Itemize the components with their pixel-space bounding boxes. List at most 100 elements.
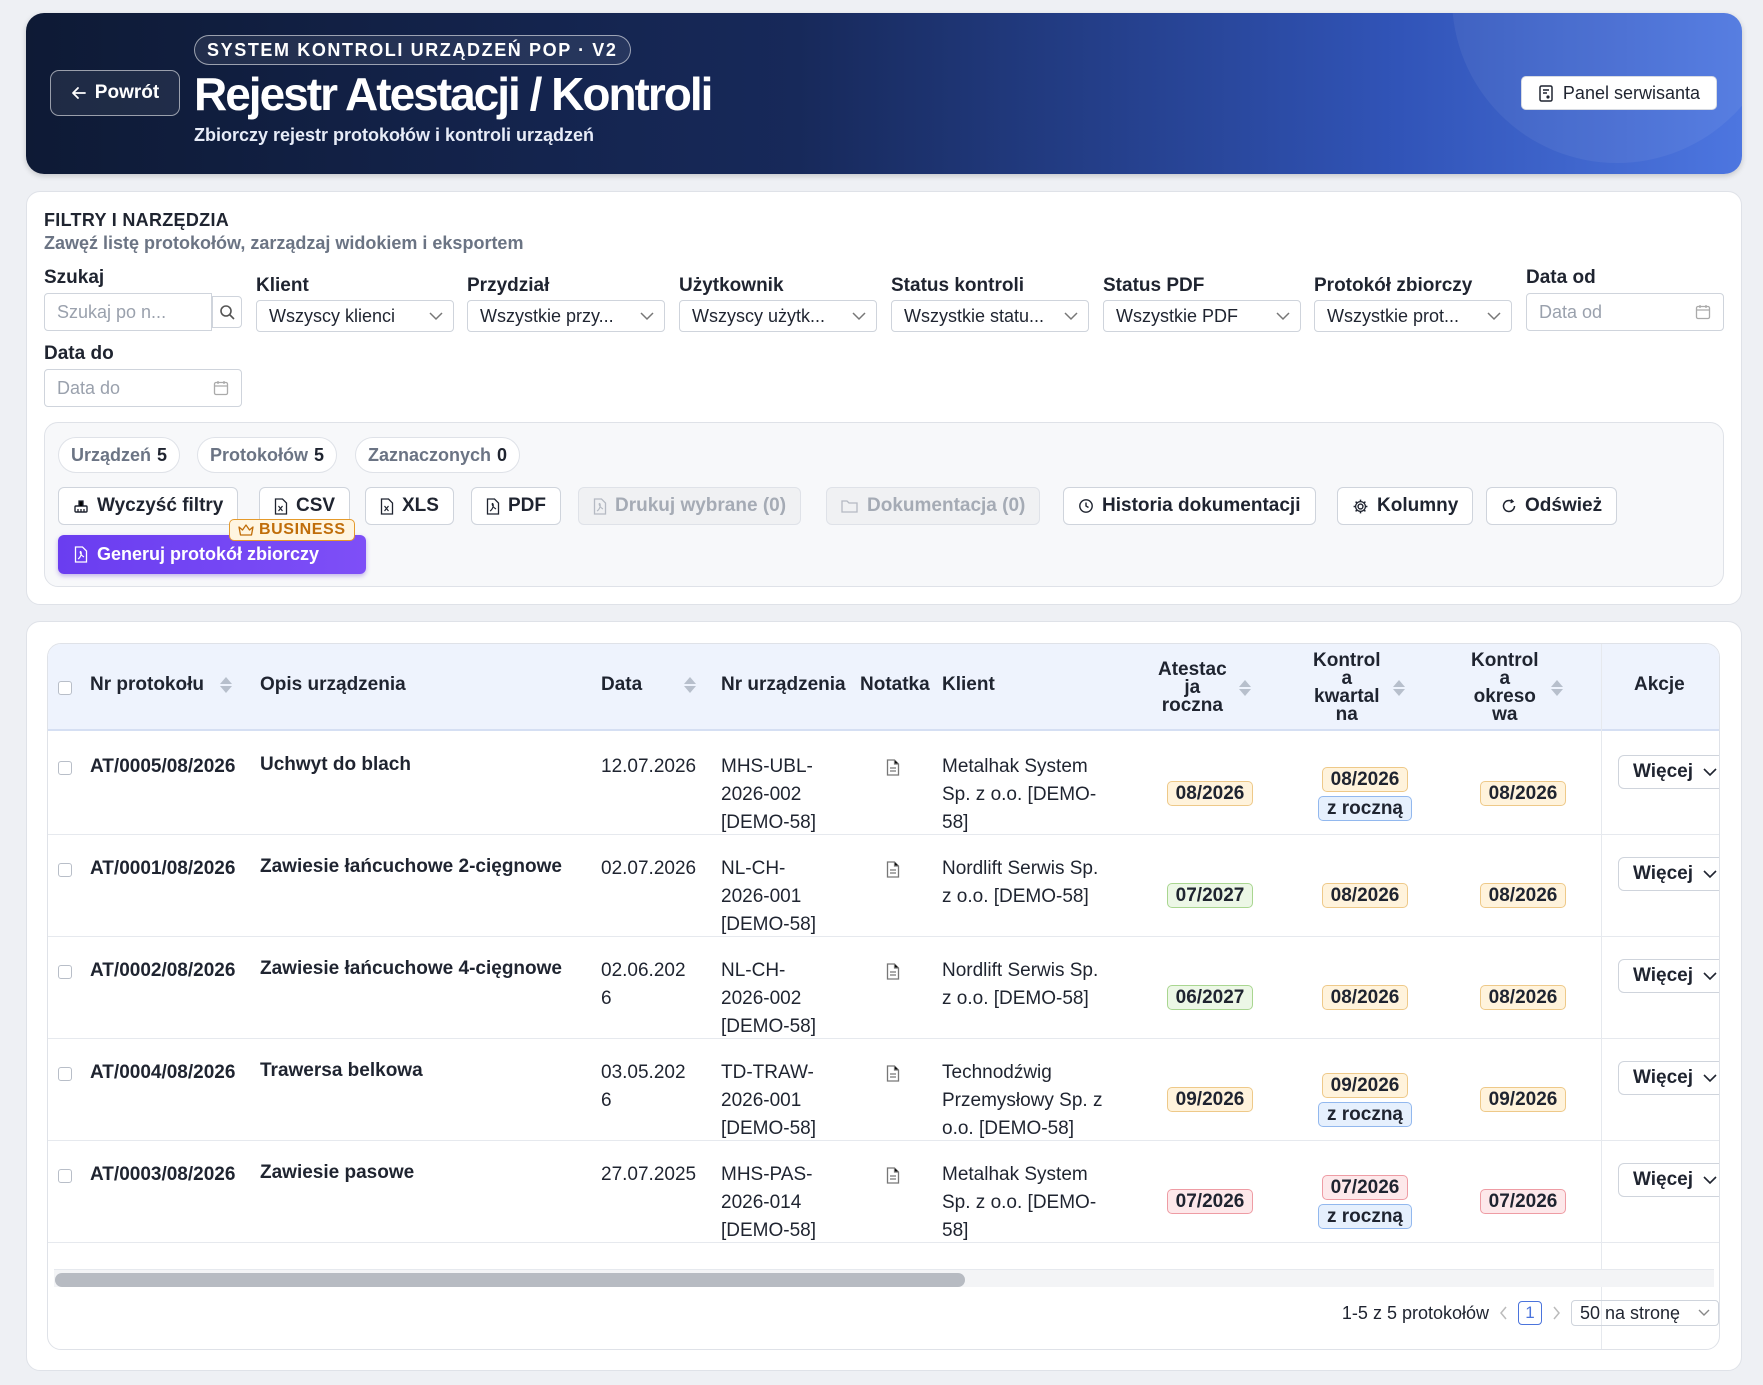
page-button-current[interactable]: 1 bbox=[1518, 1301, 1542, 1325]
documentation-history-button[interactable]: Historia dokumentacji bbox=[1063, 487, 1316, 525]
chevron-down-icon bbox=[1698, 1309, 1710, 1317]
more-actions-button[interactable]: Więcej bbox=[1618, 959, 1719, 993]
with-annual-badge: z roczną bbox=[1317, 796, 1413, 821]
device-number: TD-TRAW- 2026-001 [DEMO-58] bbox=[721, 1059, 816, 1143]
more-actions-button[interactable]: Więcej bbox=[1618, 1163, 1719, 1197]
per-page-select[interactable]: 50 na stronę bbox=[1571, 1300, 1719, 1326]
device-number-line: [DEMO-58] bbox=[721, 1016, 817, 1037]
sort-icon bbox=[1238, 680, 1251, 696]
scrollbar-thumb[interactable] bbox=[55, 1273, 965, 1287]
more-actions-button[interactable]: Więcej bbox=[1618, 857, 1719, 891]
table-row[interactable]: AT/0005/08/2026 Uchwyt do blach 12.07.20… bbox=[48, 733, 1719, 835]
protocol-number[interactable]: AT/0001/08/2026 bbox=[90, 855, 235, 883]
device-number-line: 2026-001 bbox=[721, 1090, 802, 1111]
more-actions-button[interactable]: Więcej bbox=[1618, 1061, 1719, 1095]
quarterly-control-cell: 08/2026 z roczną bbox=[1313, 767, 1417, 821]
print-selected-button[interactable]: Drukuj wybrane (0) bbox=[578, 487, 802, 525]
protocol-number[interactable]: AT/0005/08/2026 bbox=[90, 753, 235, 781]
status-badge: 07/2026 bbox=[1321, 1175, 1409, 1200]
protocol-number[interactable]: AT/0002/08/2026 bbox=[90, 957, 235, 985]
back-label: Powrót bbox=[94, 82, 160, 103]
row-checkbox[interactable] bbox=[58, 965, 72, 979]
client-line: z o.o. [DEMO-58] bbox=[942, 886, 1089, 907]
pdf-status-filter-select[interactable]: Wszystkie PDF bbox=[1103, 300, 1301, 332]
column-header-quarterly-control[interactable]: Kontrol a kwartal na bbox=[1313, 651, 1405, 724]
row-checkbox[interactable] bbox=[58, 863, 72, 877]
per-page-value: 50 na stronę bbox=[1580, 1302, 1681, 1323]
file-xls-icon bbox=[380, 497, 394, 515]
row-checkbox[interactable] bbox=[58, 1067, 72, 1081]
select-all-checkbox[interactable] bbox=[58, 681, 72, 695]
column-header-label: Notatka bbox=[860, 674, 930, 695]
file-pdf-icon bbox=[486, 497, 500, 515]
export-pdf-button[interactable]: PDF bbox=[471, 487, 561, 525]
periodic-control-cell: 09/2026 bbox=[1471, 1087, 1575, 1112]
chevron-down-icon bbox=[1703, 1073, 1717, 1083]
pdf-label: PDF bbox=[508, 495, 546, 516]
export-xls-button[interactable]: XLS bbox=[365, 487, 454, 525]
note-file-icon[interactable] bbox=[886, 963, 900, 980]
annual-attestation-cell: 08/2026 bbox=[1158, 781, 1262, 806]
stat-selected-label: Zaznaczonych bbox=[368, 444, 492, 465]
horizontal-scrollbar[interactable] bbox=[54, 1269, 1714, 1287]
with-annual-badge: z roczną bbox=[1317, 1204, 1413, 1229]
note-file-icon[interactable] bbox=[886, 759, 900, 776]
arrow-left-icon bbox=[71, 85, 87, 101]
user-filter-select[interactable]: Wszyscy użytk... bbox=[679, 300, 877, 332]
protocol-number[interactable]: AT/0003/08/2026 bbox=[90, 1161, 235, 1189]
assignment-filter-value: Wszystkie przy... bbox=[480, 305, 614, 326]
row-checkbox[interactable] bbox=[58, 1169, 72, 1183]
status-badge: 07/2026 bbox=[1479, 1189, 1567, 1214]
file-pdf-icon bbox=[74, 546, 88, 563]
technician-panel-button[interactable]: Panel serwisanta bbox=[1520, 76, 1717, 110]
assignment-filter-label: Przydział bbox=[467, 275, 550, 296]
device-number: MHS-PAS- 2026-014 [DEMO-58] bbox=[721, 1161, 816, 1245]
clear-filters-button[interactable]: Wyczyść filtry bbox=[58, 487, 239, 525]
user-filter-label: Użytkownik bbox=[679, 275, 784, 296]
refresh-button[interactable]: Odśwież bbox=[1486, 487, 1618, 525]
date-from-input[interactable]: Data od bbox=[1526, 293, 1724, 331]
device-number: NL-CH- 2026-001 [DEMO-58] bbox=[721, 855, 816, 939]
table-row[interactable]: AT/0003/08/2026 Zawiesie pasowe 27.07.20… bbox=[48, 1141, 1719, 1245]
note-file-icon[interactable] bbox=[886, 1167, 900, 1184]
status-badge: 08/2026 bbox=[1321, 985, 1409, 1010]
note-file-icon[interactable] bbox=[886, 1065, 900, 1082]
back-button[interactable]: Powrót bbox=[50, 70, 180, 116]
client-line: Metalhak System bbox=[942, 756, 1088, 777]
table-row[interactable]: AT/0004/08/2026 Trawersa belkowa 03.05.2… bbox=[48, 1039, 1719, 1143]
column-header-annual-attestation[interactable]: Atestac ja roczna bbox=[1158, 660, 1251, 716]
more-actions-button[interactable]: Więcej bbox=[1618, 755, 1719, 789]
search-button[interactable] bbox=[212, 296, 242, 328]
date-to-input[interactable]: Data do bbox=[44, 369, 242, 407]
note-file-icon[interactable] bbox=[886, 861, 900, 878]
column-header-device-number: Nr urządzenia bbox=[721, 674, 846, 696]
column-header-date[interactable]: Data bbox=[601, 674, 697, 696]
chevron-left-icon[interactable] bbox=[1499, 1306, 1508, 1320]
column-header-protocol-number[interactable]: Nr protokołu bbox=[90, 674, 232, 696]
client-line: Przemysłowy Sp. z bbox=[942, 1090, 1103, 1111]
device-number-line: 2026-014 bbox=[721, 1192, 802, 1213]
date-line: 6 bbox=[601, 988, 612, 1009]
chevron-right-icon[interactable] bbox=[1552, 1306, 1561, 1320]
stat-devices-value: 5 bbox=[157, 444, 168, 465]
header-line: roczna bbox=[1161, 695, 1223, 716]
device-number: NL-CH- 2026-002 [DEMO-58] bbox=[721, 957, 816, 1041]
client-filter-select[interactable]: Wszyscy klienci bbox=[256, 300, 454, 332]
protocol-number[interactable]: AT/0004/08/2026 bbox=[90, 1059, 235, 1087]
column-header-label: Kontrol a kwartal na bbox=[1313, 651, 1381, 724]
columns-button[interactable]: Kolumny bbox=[1337, 487, 1474, 525]
column-header-periodic-control[interactable]: Kontrol a okreso wa bbox=[1471, 651, 1563, 724]
collective-filter-select[interactable]: Wszystkie prot... bbox=[1314, 300, 1512, 332]
column-header-label: Data bbox=[601, 674, 643, 695]
documentation-button[interactable]: Dokumentacja (0) bbox=[826, 487, 1041, 525]
generate-label: Generuj protokół zbiorczy bbox=[97, 544, 320, 564]
assignment-filter-select[interactable]: Wszystkie przy... bbox=[467, 300, 665, 332]
control-status-filter-select[interactable]: Wszystkie statu... bbox=[891, 300, 1089, 332]
row-checkbox[interactable] bbox=[58, 761, 72, 775]
search-input[interactable]: Szukaj po n... bbox=[44, 293, 212, 331]
client-name: Nordlift Serwis Sp. z o.o. [DEMO-58] bbox=[942, 855, 1098, 911]
table-row[interactable]: AT/0002/08/2026 Zawiesie łańcuchowe 4-ci… bbox=[48, 937, 1719, 1041]
client-line: Nordlift Serwis Sp. bbox=[942, 960, 1099, 981]
table-row[interactable]: AT/0001/08/2026 Zawiesie łańcuchowe 2-ci… bbox=[48, 835, 1719, 939]
user-filter-value: Wszyscy użytk... bbox=[692, 305, 826, 326]
